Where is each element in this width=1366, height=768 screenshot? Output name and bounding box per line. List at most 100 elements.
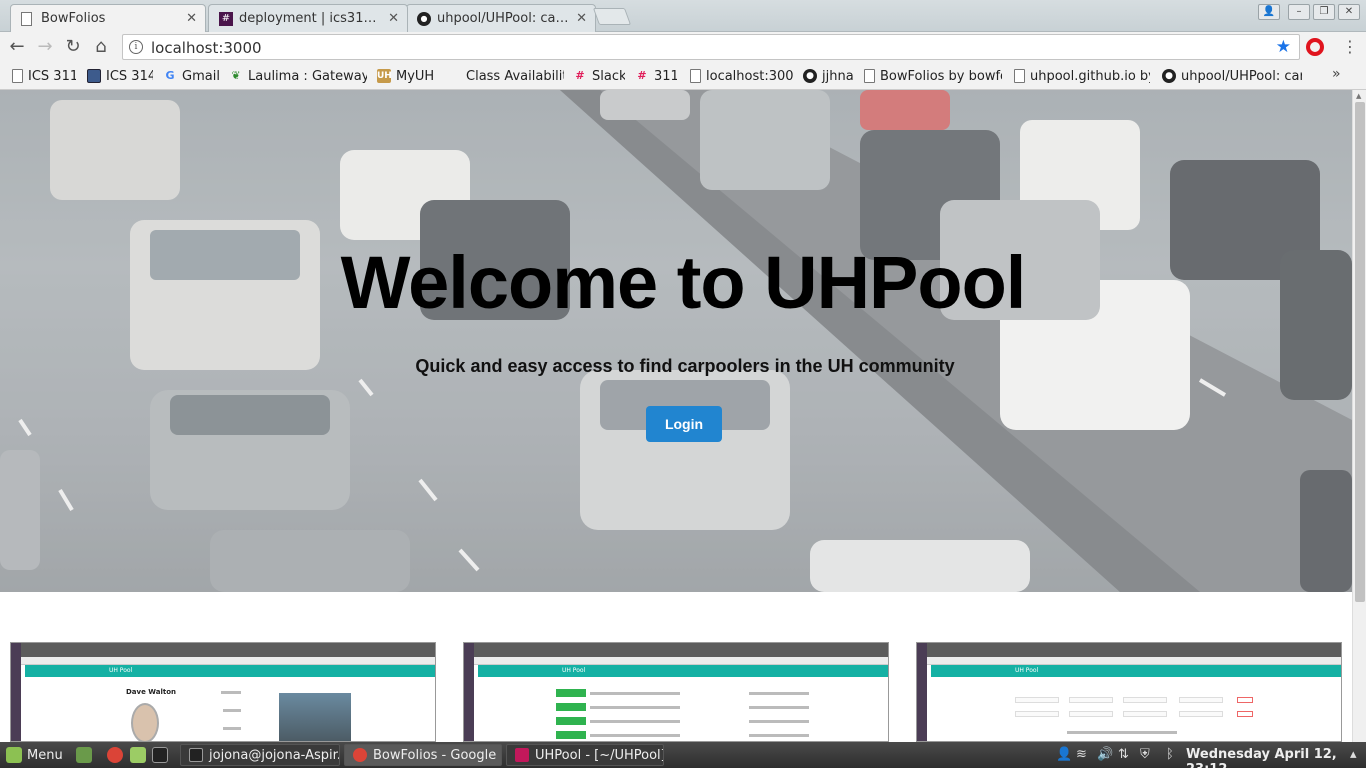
taskbar-window-terminal[interactable]: jojona@jojona-Aspir... (180, 744, 340, 766)
bookmark-item[interactable]: ICS 311 (12, 67, 76, 85)
bookmark-item[interactable]: UH MyUH (377, 67, 439, 85)
thumb-chrome (917, 643, 1341, 657)
folder-icon (130, 747, 146, 763)
taskbar-window-chrome[interactable]: BowFolios - Google ... (344, 744, 502, 766)
close-icon[interactable]: ✕ (576, 11, 587, 26)
volume-icon[interactable]: 🔊 (1097, 747, 1113, 762)
bookmark-item[interactable]: ❦ Laulima : Gateway : W (229, 67, 367, 85)
screenshot-list[interactable]: UH Pool (463, 642, 889, 742)
bookmark-label: uhpool.github.io by u (1030, 68, 1150, 84)
forward-icon[interactable]: → (34, 37, 56, 57)
page-scrollbar[interactable]: ▲ (1352, 90, 1366, 742)
bookmark-label: BowFolios by bowfolio (880, 68, 1002, 84)
thumb-line (749, 720, 809, 723)
thumb-addressbar (11, 657, 435, 665)
address-url: localhost:3000 (151, 39, 262, 57)
new-tab-button[interactable] (592, 8, 632, 25)
info-icon[interactable]: i (129, 40, 143, 54)
thumb-row (556, 731, 586, 739)
bookmark-label: 311 (654, 68, 677, 84)
thumb-field (1179, 697, 1223, 703)
bookmark-label: MyUH (396, 68, 435, 84)
network-icon[interactable]: ⇅ (1118, 747, 1129, 762)
browser-toolbar: ← → ↻ ⌂ i localhost:3000 ★ ⋮ (0, 32, 1366, 62)
bookmark-item[interactable]: ICS 314 (87, 67, 153, 85)
terminal-launcher[interactable] (152, 742, 173, 768)
leaf-icon: ❦ (231, 69, 241, 82)
bookmark-label: jjhna (822, 68, 853, 84)
thumb-red-button (1237, 711, 1253, 717)
shield-icon[interactable]: ⛨ (1140, 747, 1150, 762)
taskbar-window-label: BowFolios - Google ... (373, 747, 502, 763)
wifi-icon[interactable]: ≋ (1076, 747, 1087, 762)
thumb-line (223, 709, 241, 712)
hero-subtitle: Quick and easy access to find carpoolers… (415, 356, 955, 376)
screenshot-search[interactable]: UH Pool (916, 642, 1342, 742)
login-button[interactable]: Login (646, 406, 722, 442)
tab-deployment[interactable]: # deployment | ics314s17 ✕ (208, 4, 408, 32)
address-bar[interactable]: i localhost:3000 ★ (122, 34, 1300, 60)
bookmark-item[interactable]: ● uhpool/UHPool: car p (1162, 67, 1302, 85)
thumb-field (1069, 711, 1113, 717)
bookmark-star-icon[interactable]: ★ (1276, 37, 1291, 57)
close-icon[interactable]: ✕ (388, 11, 399, 26)
thumb-addressbar (464, 657, 888, 665)
bookmark-item[interactable]: ● jjhna (803, 67, 853, 85)
maximize-button[interactable]: ❐ (1313, 4, 1335, 20)
thumb-row (556, 717, 586, 725)
thumb-line (749, 706, 809, 709)
thumb-line (223, 727, 241, 730)
thumb-row (556, 689, 586, 697)
github-icon: ● (1162, 69, 1176, 83)
tab-bowfolios[interactable]: BowFolios ✕ (10, 4, 206, 32)
bookmark-item[interactable]: Class Availability (466, 67, 564, 85)
thumb-field (1015, 697, 1059, 703)
clock[interactable]: Wednesday April 12, 23:12 (1186, 747, 1366, 768)
back-icon[interactable]: ← (6, 37, 28, 57)
bookmarks-overflow-icon[interactable]: » (1332, 66, 1341, 82)
scrollbar-thumb[interactable] (1355, 102, 1365, 602)
bookmark-item[interactable]: uhpool.github.io by u (1014, 67, 1150, 85)
thumb-line (221, 691, 241, 694)
bookmark-label: ICS 311 (28, 68, 76, 84)
start-menu-button[interactable]: Menu (6, 742, 63, 768)
close-icon[interactable]: ✕ (186, 11, 197, 26)
chrome-launcher[interactable] (107, 742, 128, 768)
thumb-chrome (11, 643, 435, 657)
terminal-icon (189, 748, 203, 762)
bookmark-item[interactable]: G Gmail (163, 67, 219, 85)
page-icon (690, 69, 701, 83)
bookmark-item[interactable]: #311 (635, 67, 677, 85)
menu-icon[interactable]: ⋮ (1342, 37, 1358, 56)
bookmark-item[interactable]: localhost:3000 (690, 67, 794, 85)
bookmark-label: Gmail (182, 68, 219, 84)
bluetooth-icon[interactable]: ᛒ (1166, 747, 1174, 762)
scroll-up-icon[interactable]: ▲ (1356, 92, 1361, 100)
thumb-line (749, 692, 809, 695)
thumb-line (590, 720, 680, 723)
opera-icon[interactable] (1306, 38, 1324, 56)
tab-uhpool-github[interactable]: ● uhpool/UHPool: car pool ✕ (406, 4, 596, 32)
show-desktop-icon[interactable] (76, 742, 97, 768)
thumb-car-photo (279, 693, 351, 741)
user-icon[interactable]: 👤 (1056, 747, 1072, 762)
thumb-line (1067, 731, 1177, 734)
uh-icon: UH (377, 69, 392, 83)
page-icon (21, 12, 32, 26)
reload-icon[interactable]: ↻ (62, 37, 84, 57)
bookmark-item[interactable]: BowFolios by bowfolio (864, 67, 1002, 85)
tab-strip: ● uhpool/UHPool: car pool ✕ # deployment… (0, 0, 1366, 32)
tab-label: BowFolios (41, 11, 106, 26)
minimize-button[interactable]: – (1288, 4, 1310, 20)
thumb-dock (464, 643, 474, 741)
close-window-button[interactable]: ✕ (1338, 4, 1360, 20)
files-launcher[interactable] (130, 742, 151, 768)
home-icon[interactable]: ⌂ (90, 37, 112, 57)
profile-icon[interactable]: 👤 (1258, 4, 1280, 20)
github-icon: ● (803, 69, 817, 83)
desktop-icon (76, 747, 92, 763)
screenshot-profile[interactable]: UH Pool Dave Walton (10, 642, 436, 742)
bookmark-item[interactable]: # Slack (573, 67, 625, 85)
tray-expand-icon[interactable]: ▴ (1350, 747, 1357, 762)
taskbar-window-intellij[interactable]: UHPool - [~/UHPool]... (506, 744, 664, 766)
